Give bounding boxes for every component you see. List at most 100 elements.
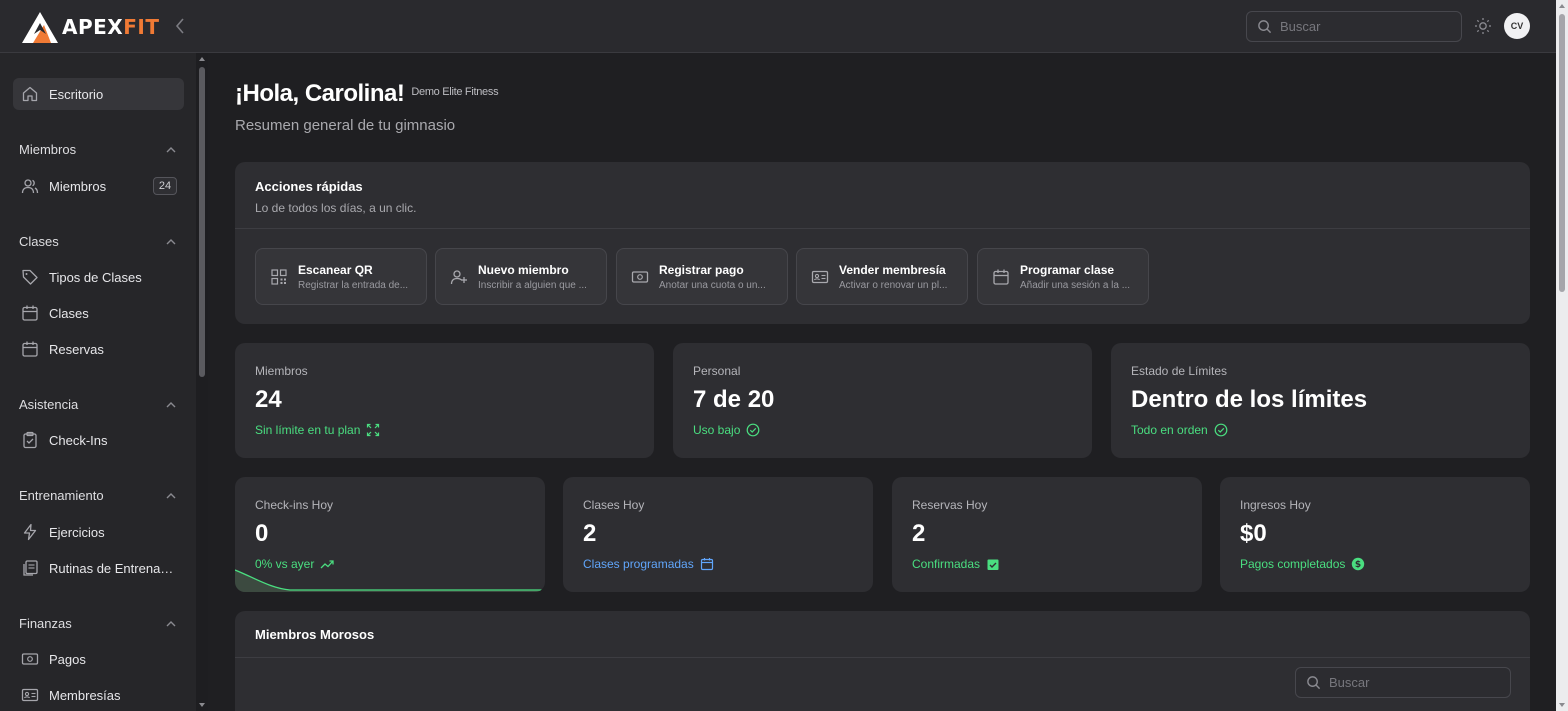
section-title: Clases	[19, 234, 59, 249]
sidebar-item-tipos-de-clases[interactable]: Tipos de Clases	[13, 261, 184, 293]
sidebar-item-label: Escritorio	[49, 86, 104, 102]
stat-note-text: Sin límite en tu plan	[255, 423, 361, 437]
sidebar-item-pagos[interactable]: Pagos	[13, 643, 184, 675]
bolt-icon	[23, 523, 37, 541]
stat-card-staff: Personal 7 de 20 Uso bajo	[673, 343, 1092, 458]
mountain-logo-icon	[22, 12, 58, 43]
chevron-up-icon	[166, 620, 176, 626]
new-member-button[interactable]: Nuevo miembro Inscribir a alguien que ..…	[435, 248, 607, 305]
sidebar-item-ejercicios[interactable]: Ejercicios	[13, 516, 184, 548]
sidebar-item-label: Miembros	[49, 178, 107, 194]
section-title: Finanzas	[19, 616, 72, 631]
sidebar-item-miembros[interactable]: Miembros 24	[13, 170, 184, 202]
stat-note-text: Todo en orden	[1131, 423, 1208, 437]
chevron-up-icon	[166, 401, 176, 407]
sun-icon[interactable]	[1474, 17, 1492, 35]
calendar-icon	[22, 341, 38, 357]
action-description: Registrar la entrada de...	[298, 280, 409, 291]
scan-qr-button[interactable]: Escanear QR Registrar la entrada de...	[255, 248, 427, 305]
sidebar-item-label: Tipos de Clases	[49, 269, 142, 285]
global-search[interactable]	[1246, 11, 1462, 42]
quick-actions-card: Acciones rápidas Lo de todos los días, a…	[235, 162, 1530, 324]
search-icon	[1258, 20, 1272, 34]
sidebar-item-check-ins[interactable]: Check-Ins	[13, 424, 184, 456]
stat-card-classes-today: Clases Hoy 2 Clases programadas	[563, 477, 873, 592]
check-circle-icon	[1214, 423, 1228, 437]
user-plus-icon	[450, 270, 467, 285]
sidebar-section-asistencia[interactable]: Asistencia	[19, 397, 177, 412]
logo-text-apex: APEX	[62, 15, 124, 39]
stat-note-text: Confirmadas	[912, 557, 981, 571]
overdue-members-title: Miembros Morosos	[255, 627, 375, 642]
section-title: Entrenamiento	[19, 488, 104, 503]
calendar-icon	[993, 269, 1009, 285]
stat-value: 7 de 20	[693, 386, 775, 413]
stat-label: Personal	[693, 364, 741, 378]
calendar-icon	[22, 305, 38, 321]
stat-card-checkins-today: Check-ins Hoy 0 0% vs ayer	[235, 477, 545, 592]
stat-value: $0	[1240, 520, 1267, 547]
stat-note: Pagos completados $	[1240, 557, 1365, 571]
section-title: Asistencia	[19, 397, 79, 412]
schedule-class-button[interactable]: Programar clase Añadir una sesión a la .…	[977, 248, 1149, 305]
sidebar-scrollbar[interactable]	[196, 53, 208, 711]
overdue-members-search[interactable]	[1295, 667, 1511, 698]
users-icon	[21, 179, 39, 194]
overdue-members-card: Miembros Morosos	[235, 611, 1530, 711]
action-title: Vender membresía	[839, 263, 946, 277]
stat-label: Check-ins Hoy	[255, 498, 334, 512]
app-logo[interactable]: APEXFIT	[20, 10, 159, 44]
tag-icon	[22, 269, 38, 285]
search-icon	[1307, 676, 1321, 690]
page-subtitle: Resumen general de tu gimnasio	[235, 117, 456, 134]
sidebar-item-label: Reservas	[49, 341, 104, 357]
sidebar-item-clases[interactable]: Clases	[13, 297, 184, 329]
action-description: Anotar una cuota o un...	[659, 280, 766, 291]
action-title: Nuevo miembro	[478, 263, 569, 277]
page-title: ¡Hola, Carolina!	[235, 80, 405, 107]
sidebar-item-rutinas[interactable]: Rutinas de Entrenami...	[13, 552, 184, 584]
id-card-icon	[811, 270, 829, 284]
calendar-icon	[700, 558, 713, 571]
sidebar-item-label: Ejercicios	[49, 524, 105, 540]
sidebar-item-label: Rutinas de Entrenami...	[49, 560, 177, 576]
sidebar-section-clases[interactable]: Clases	[19, 234, 177, 249]
dollar-circle-icon: $	[1352, 557, 1365, 571]
sidebar-item-membresias[interactable]: Membresías	[13, 679, 184, 711]
stat-card-reservations-today: Reservas Hoy 2 Confirmadas	[892, 477, 1202, 592]
stat-note-text: Clases programadas	[583, 557, 694, 571]
register-payment-button[interactable]: Registrar pago Anotar una cuota o un...	[616, 248, 788, 305]
section-title: Miembros	[19, 142, 77, 157]
stat-value: 24	[255, 386, 282, 413]
home-icon	[22, 86, 38, 102]
stat-label: Reservas Hoy	[912, 498, 988, 512]
chevron-left-icon[interactable]	[172, 16, 188, 36]
sidebar-section-entrenamiento[interactable]: Entrenamiento	[19, 488, 177, 503]
stat-label: Clases Hoy	[583, 498, 645, 512]
sidebar-section-finanzas[interactable]: Finanzas	[19, 616, 177, 631]
stat-label: Miembros	[255, 364, 308, 378]
chevron-up-icon	[166, 492, 176, 498]
stat-card-members: Miembros 24 Sin límite en tu plan	[235, 343, 654, 458]
action-title: Escanear QR	[298, 263, 373, 277]
sell-membership-button[interactable]: Vender membresía Activar o renovar un pl…	[796, 248, 968, 305]
sidebar-section-miembros[interactable]: Miembros	[19, 142, 177, 157]
sidebar-item-escritorio[interactable]: Escritorio	[13, 78, 184, 110]
greeting-header: ¡Hola, Carolina! Demo Elite Fitness	[235, 80, 499, 108]
stat-note: Clases programadas	[583, 557, 714, 571]
action-description: Añadir una sesión a la ...	[1020, 280, 1131, 291]
global-search-input[interactable]	[1280, 19, 1450, 34]
stat-note-text: Uso bajo	[693, 423, 741, 437]
stat-card-limits: Estado de Límites Dentro de los límites …	[1111, 343, 1530, 458]
gym-name: Demo Elite Fitness	[411, 86, 499, 98]
user-avatar[interactable]: CV	[1504, 13, 1530, 39]
quick-actions-title: Acciones rápidas	[255, 179, 363, 194]
sidebar-item-label: Membresías	[49, 687, 121, 703]
document-stack-icon	[23, 560, 38, 576]
page-scrollbar[interactable]	[1556, 0, 1568, 711]
sidebar-item-reservas[interactable]: Reservas	[13, 333, 184, 365]
svg-text:$: $	[1355, 560, 1361, 570]
quick-actions-subtitle: Lo de todos los días, a un clic.	[255, 201, 417, 215]
overdue-members-search-input[interactable]	[1329, 675, 1499, 690]
sidebar: Escritorio Miembros Miembros 24 Clases T…	[0, 53, 196, 711]
